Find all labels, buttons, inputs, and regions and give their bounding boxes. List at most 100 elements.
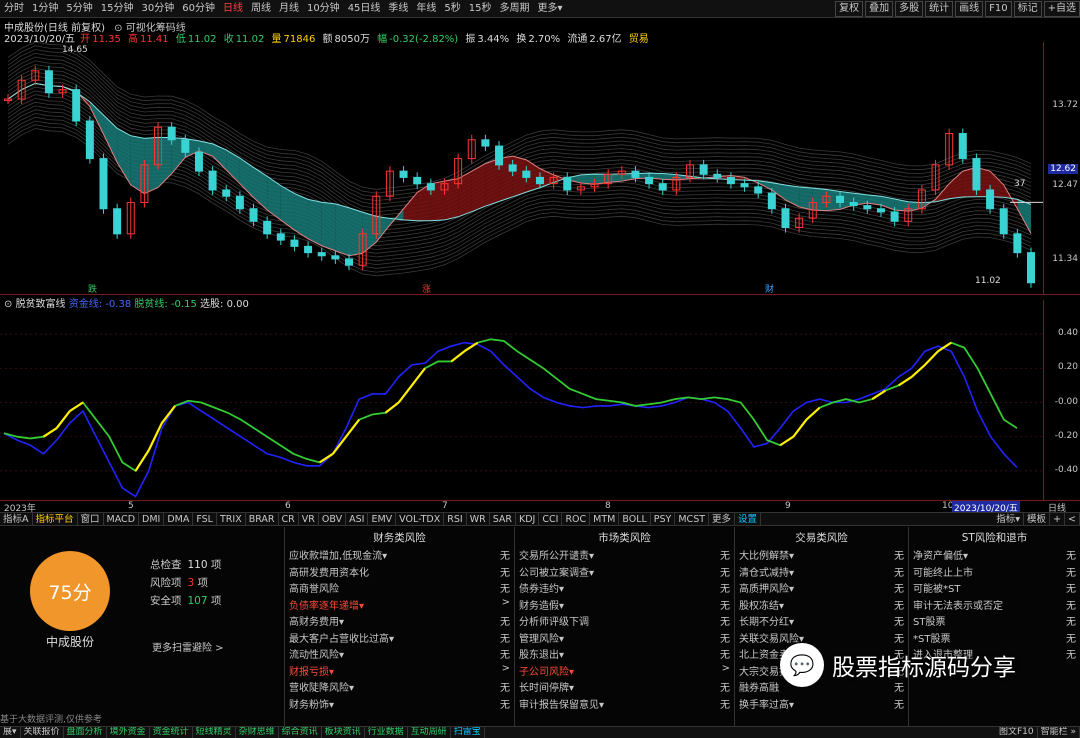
period-tab[interactable]: 45日线 xyxy=(344,0,385,17)
risk-item[interactable]: 财报亏损▾ > xyxy=(289,663,510,679)
status-right[interactable]: 智能栏 » xyxy=(1038,727,1080,738)
risk-item[interactable]: 高财务费用▾ 无 xyxy=(289,613,510,629)
risk-item[interactable]: 应收款增加,低现金流▾ 无 xyxy=(289,547,510,563)
status-tab[interactable]: 扫雷宝 xyxy=(451,727,485,738)
toolbar-button[interactable]: F10 xyxy=(985,0,1012,17)
risk-item[interactable]: 高商誉风险 无 xyxy=(289,580,510,596)
indicator-tab[interactable]: MCST xyxy=(675,513,710,525)
risk-item[interactable]: 大比例解禁▾ 无 xyxy=(739,547,904,563)
kline-chart[interactable] xyxy=(0,42,1043,294)
risk-item[interactable]: 管理风险▾ 无 xyxy=(519,630,730,646)
risk-item[interactable]: 净资产偏低▾ 无 xyxy=(913,547,1076,563)
indicator-tab[interactable]: ROC xyxy=(562,513,591,525)
indicator-tab[interactable]: VOL-TDX xyxy=(396,513,445,525)
risk-item[interactable]: 可能被*ST 无 xyxy=(913,580,1076,596)
indicator-tab[interactable]: TRIX xyxy=(217,513,246,525)
risk-item[interactable]: 营收陡降风险▾ 无 xyxy=(289,679,510,695)
indicator-tab[interactable]: 设置 xyxy=(735,513,762,525)
indicator-tab-control[interactable]: 模板 xyxy=(1024,513,1051,525)
indicator-tab[interactable]: MACD xyxy=(104,513,140,525)
period-tab[interactable]: 10分钟 xyxy=(303,0,344,17)
toolbar-button[interactable]: 叠加 xyxy=(865,0,894,17)
indicator-tab[interactable]: DMI xyxy=(139,513,165,525)
risk-item[interactable]: 清仓式减持▾ 无 xyxy=(739,564,904,580)
period-tab[interactable]: 5秒 xyxy=(440,0,464,17)
indicator-tab[interactable]: OBV xyxy=(319,513,347,525)
status-right[interactable]: 图文F10 xyxy=(996,727,1038,738)
risk-item[interactable]: 财务造假▾ 无 xyxy=(519,597,730,613)
risk-item[interactable]: 长时间停牌▾ 无 xyxy=(519,679,730,695)
period-tab[interactable]: 1分钟 xyxy=(28,0,62,17)
risk-item[interactable]: 股权冻结▾ 无 xyxy=(739,597,904,613)
status-tab[interactable]: 境外资金 xyxy=(107,727,150,738)
indicator-tab[interactable]: 指标平台 xyxy=(33,513,78,525)
status-tab[interactable]: 盘面分析 xyxy=(64,727,107,738)
risk-item[interactable]: 长期不分红▾ 无 xyxy=(739,613,904,629)
period-tab[interactable]: 年线 xyxy=(412,0,440,17)
more-scan-link[interactable]: 更多扫雷避险 > xyxy=(152,639,224,654)
indicator-tab-control[interactable]: 指标▾ xyxy=(993,513,1025,525)
toolbar-button[interactable]: 多股 xyxy=(895,0,924,17)
indicator-tab[interactable]: FSL xyxy=(193,513,217,525)
risk-item[interactable]: 高研发费用资本化 无 xyxy=(289,564,510,580)
status-tab[interactable]: 行业数据 xyxy=(365,727,408,738)
risk-item[interactable]: ST股票 无 xyxy=(913,613,1076,629)
toolbar-button[interactable]: +自选 xyxy=(1043,0,1080,17)
risk-item[interactable]: 高质押风险▾ 无 xyxy=(739,580,904,596)
indicator-tab[interactable]: 指标A xyxy=(0,513,33,525)
indicator-tab[interactable]: RSI xyxy=(444,513,467,525)
risk-item[interactable]: 公司被立案调查▾ 无 xyxy=(519,564,730,580)
status-tab[interactable]: 关联报价 xyxy=(21,727,64,738)
indicator-tab[interactable]: WR xyxy=(467,513,490,525)
status-tab[interactable]: 综合资讯 xyxy=(279,727,322,738)
period-tab[interactable]: 30分钟 xyxy=(137,0,178,17)
risk-item[interactable]: 最大客户占营收比过高▾ 无 xyxy=(289,630,510,646)
risk-item[interactable]: 股东退出▾ 无 xyxy=(519,646,730,662)
toolbar-button[interactable]: 画线 xyxy=(955,0,984,17)
indicator-tab[interactable]: EMV xyxy=(368,513,397,525)
period-tab[interactable]: 15分钟 xyxy=(97,0,138,17)
toolbar-button[interactable]: 复权 xyxy=(835,0,864,17)
indicator-tab[interactable]: CR xyxy=(279,513,299,525)
period-tab[interactable]: 季线 xyxy=(384,0,412,17)
status-tab[interactable]: 板块资讯 xyxy=(322,727,365,738)
toolbar-button[interactable]: 统计 xyxy=(925,0,954,17)
status-tab[interactable]: 杂财思维 xyxy=(236,727,279,738)
period-tab[interactable]: 分时 xyxy=(0,0,28,17)
status-tab[interactable]: 资金统计 xyxy=(150,727,193,738)
indicator-tab[interactable]: BRAR xyxy=(246,513,279,525)
period-tab[interactable]: 周线 xyxy=(247,0,275,17)
indicator-chart[interactable] xyxy=(0,305,1043,500)
risk-item[interactable]: 审计无法表示或否定 无 xyxy=(913,597,1076,613)
risk-item[interactable]: 负债率逐年递增▾ > xyxy=(289,597,510,613)
period-tab[interactable]: 日线 xyxy=(219,0,247,17)
indicator-tab[interactable]: VR xyxy=(299,513,319,525)
indicator-tab-control[interactable]: + xyxy=(1050,513,1066,525)
period-tab[interactable]: 月线 xyxy=(275,0,303,17)
indicator-tab[interactable]: SAR xyxy=(490,513,517,525)
period-tab[interactable]: 多周期 xyxy=(496,0,534,17)
toolbar-button[interactable]: 标记 xyxy=(1013,0,1042,17)
status-tab[interactable]: 短线精灵 xyxy=(193,727,236,738)
risk-item[interactable]: 财务粉饰▾ 无 xyxy=(289,696,510,712)
risk-item[interactable]: 债券违约▾ 无 xyxy=(519,580,730,596)
risk-item[interactable]: 换手率过高▾ 无 xyxy=(739,696,904,712)
indicator-tab-control[interactable]: < xyxy=(1065,513,1080,525)
risk-item[interactable]: 审计报告保留意见▾ 无 xyxy=(519,696,730,712)
indicator-tab[interactable]: KDJ xyxy=(516,513,540,525)
period-tab[interactable]: 更多▾ xyxy=(534,0,567,17)
indicator-tab[interactable]: PSY xyxy=(651,513,676,525)
risk-item[interactable]: 交易所公开谴责▾ 无 xyxy=(519,547,730,563)
indicator-tab[interactable]: ASI xyxy=(346,513,369,525)
indicator-tab[interactable]: MTM xyxy=(590,513,620,525)
period-tab[interactable]: 60分钟 xyxy=(178,0,219,17)
indicator-tab[interactable]: 窗口 xyxy=(78,513,104,525)
status-tab[interactable]: 互动周研 xyxy=(408,727,451,738)
indicator-tab[interactable]: 更多 xyxy=(709,513,736,525)
indicator-tab[interactable]: DMA xyxy=(164,513,194,525)
period-tab[interactable]: 5分钟 xyxy=(62,0,96,17)
risk-item[interactable]: 分析师评级下调 无 xyxy=(519,613,730,629)
indicator-tab[interactable]: CCI xyxy=(539,513,563,525)
status-tab[interactable]: 展▾ xyxy=(0,727,21,738)
period-tab[interactable]: 15秒 xyxy=(465,0,496,17)
